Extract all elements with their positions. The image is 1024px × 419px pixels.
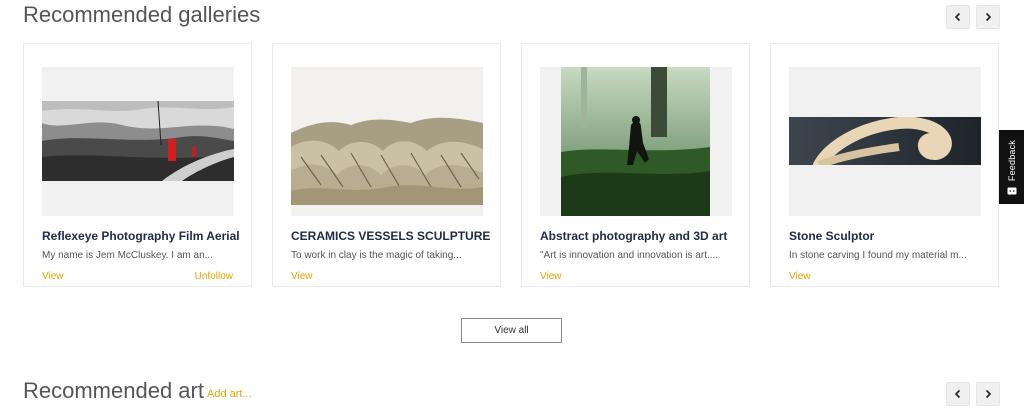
chevron-left-icon <box>954 12 961 22</box>
gallery-card[interactable]: Stone Sculptor In stone carving I found … <box>770 43 999 287</box>
ceramics-photo <box>291 67 483 216</box>
chevron-left-icon <box>954 389 961 399</box>
galleries-next-button[interactable] <box>976 5 1000 29</box>
chevron-right-icon <box>985 389 992 399</box>
gallery-card[interactable]: Abstract photography and 3D art "Art is … <box>521 43 750 287</box>
gallery-card[interactable]: CERAMICS VESSELS SCULPTURES To work in c… <box>272 43 501 287</box>
gallery-title[interactable]: Abstract photography and 3D art <box>540 229 740 243</box>
gallery-description: "Art is innovation and innovation is art… <box>540 250 719 261</box>
feedback-label: Feedback <box>1006 139 1017 181</box>
art-prev-button[interactable] <box>946 382 970 406</box>
galleries-prev-button[interactable] <box>946 5 970 29</box>
gallery-card[interactable]: Reflexeye Photography Film Aerial My nam… <box>23 43 252 287</box>
gallery-description: My name is Jem McCluskey. I am an... <box>42 250 213 261</box>
landscape-photo <box>42 101 234 181</box>
view-link[interactable]: View <box>42 271 64 282</box>
chevron-right-icon <box>985 12 992 22</box>
gallery-thumbnail[interactable] <box>42 67 234 216</box>
sculpture-photo <box>789 117 981 165</box>
gallery-thumbnail[interactable] <box>789 67 981 216</box>
gallery-thumbnail[interactable] <box>291 67 483 216</box>
recommended-art-title: Recommended art <box>23 378 204 403</box>
art-next-button[interactable] <box>976 382 1000 406</box>
gallery-description: To work in clay is the magic of taking..… <box>291 250 462 261</box>
gallery-title[interactable]: CERAMICS VESSELS SCULPTURES <box>291 229 491 243</box>
feedback-tab[interactable]: Feedback <box>999 130 1024 204</box>
forest-photo <box>561 67 710 216</box>
add-art-link[interactable]: Add art... <box>207 388 252 400</box>
recommended-galleries-title: Recommended galleries <box>23 2 261 27</box>
view-link[interactable]: View <box>291 271 313 282</box>
unfollow-link[interactable]: Unfollow <box>195 271 233 282</box>
gallery-description: In stone carving I found my material m..… <box>789 250 967 261</box>
gallery-thumbnail[interactable] <box>540 67 732 216</box>
view-link[interactable]: View <box>789 271 811 282</box>
feedback-icon <box>1007 187 1016 196</box>
gallery-title[interactable]: Stone Sculptor <box>789 229 989 243</box>
view-link[interactable]: View <box>540 271 562 282</box>
view-all-button[interactable]: View all <box>461 318 562 343</box>
gallery-title[interactable]: Reflexeye Photography Film Aerial <box>42 229 242 243</box>
